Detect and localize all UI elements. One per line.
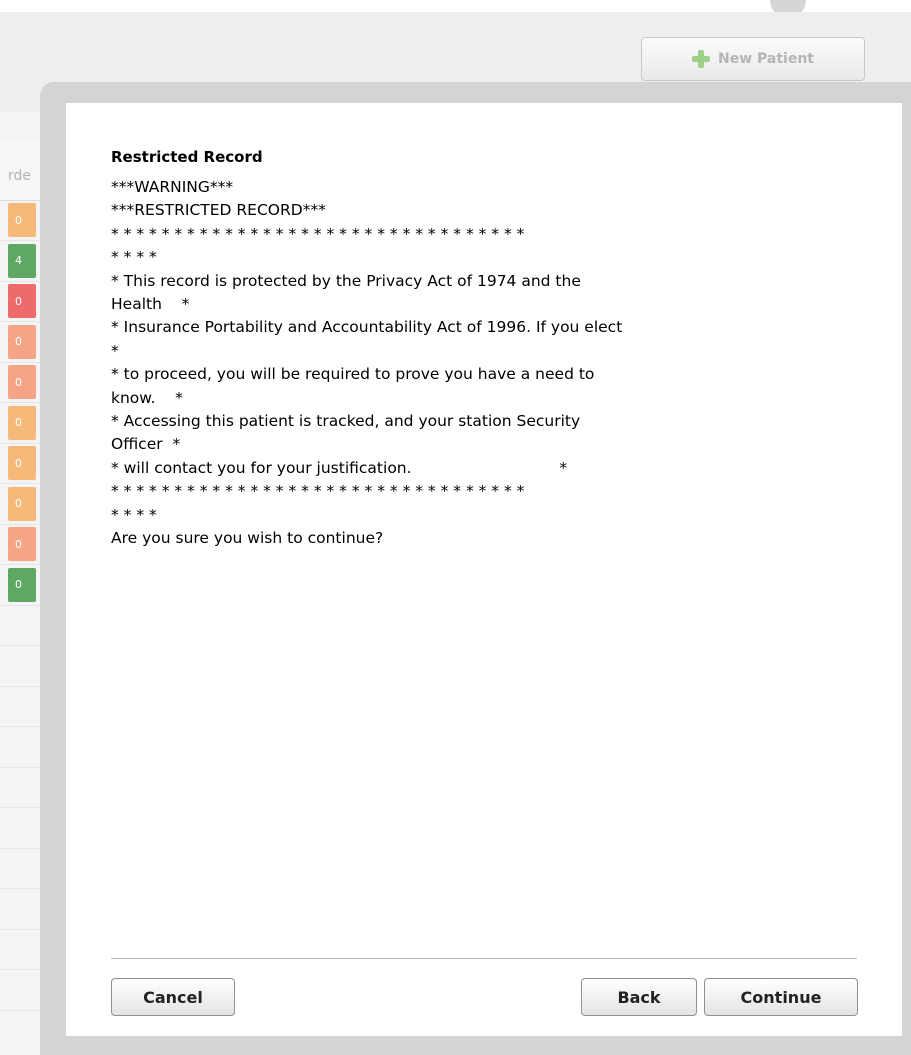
message-line: * to proceed, you will be required to pr… [111,365,595,384]
dialog-message: ***WARNING*** ***RESTRICTED RECORD*** * … [111,176,861,551]
table-cell: 0 [8,324,36,359]
message-line: ***RESTRICTED RECORD*** [111,201,326,220]
message-line: * will contact you for your justificatio… [111,458,568,477]
message-line: * This record is protected by the Privac… [111,271,581,290]
message-line: Health * [111,295,190,314]
table-cell: 0 [8,365,36,399]
message-line: Officer * [111,435,181,454]
table-cell: 0 [8,446,36,480]
message-line: * * * * [111,505,157,524]
new-patient-button[interactable]: New Patient [641,37,865,81]
message-line: * Insurance Portability and Accountabili… [111,318,623,337]
plus-icon [692,50,710,68]
message-line: * * * * * * * * * * * * * * * * * * * * … [111,224,525,243]
cancel-button[interactable]: Cancel [111,978,235,1016]
table-cell: 4 [8,243,36,278]
table-cell: 0 [8,405,36,440]
table-cell: 0 [8,203,36,237]
table-cell: 0 [8,486,36,521]
dialog-title: Restricted Record [111,148,263,166]
message-line: * Accessing this patient is tracked, and… [111,412,581,431]
message-line: * * * * [111,248,157,267]
back-button[interactable]: Back [581,978,697,1016]
column-header: rde [8,168,32,184]
message-line: * [111,341,119,360]
dialog-divider [111,958,857,959]
top-bar [0,0,911,18]
new-patient-label: New Patient [718,51,814,67]
message-line: know. * [111,388,183,407]
table-cell: 0 [8,567,36,602]
continue-button[interactable]: Continue [704,978,858,1016]
message-line: ***WARNING*** [111,178,234,196]
confirm-question: Are you sure you wish to continue? [111,529,384,548]
table-cell: 0 [8,527,36,561]
message-line: * * * * * * * * * * * * * * * * * * * * … [111,482,525,501]
table-cell: 0 [8,284,36,318]
